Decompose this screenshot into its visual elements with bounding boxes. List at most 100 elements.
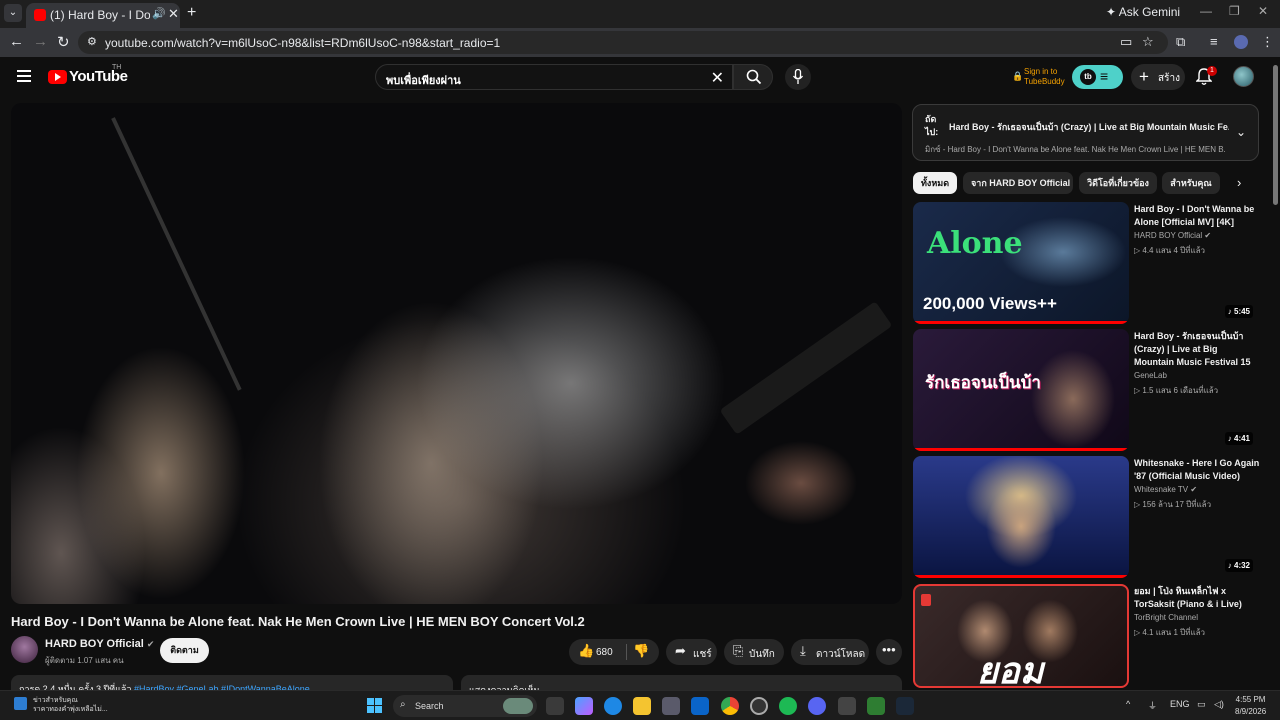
chevron-right-icon[interactable]: ›	[1237, 175, 1241, 190]
chip-from-channel[interactable]: จาก HARD BOY Official	[963, 172, 1073, 194]
network-icon[interactable]: ▭	[1197, 699, 1206, 710]
related-video[interactable]: ♪ 4:32 Whitesnake - Here I Go Again '87 …	[913, 456, 1260, 578]
view-count: ▷ 4.4 แสน 4 ปีที่แล้ว	[1134, 246, 1206, 255]
site-info-icon[interactable]: ⚙	[87, 35, 97, 48]
like-dislike-group: 👍 680 👎	[569, 639, 659, 665]
menu-hamburger-icon[interactable]	[17, 70, 31, 82]
related-video[interactable]: ยอม ยอม | โป่ง หินเหล็กไฟ x TorSaksit (P…	[913, 584, 1258, 688]
bookmark-star-icon[interactable]: ☆	[1142, 34, 1154, 50]
chip-all[interactable]: ทั้งหมด	[913, 172, 957, 194]
reload-icon[interactable]: ↻	[57, 33, 70, 51]
search-button[interactable]	[733, 64, 773, 90]
video-player[interactable]	[11, 103, 902, 604]
download-button[interactable]: ⤓ ดาวน์โหลด	[791, 639, 869, 665]
spotify-icon[interactable]	[779, 697, 797, 715]
scrollbar-thumb[interactable]	[1273, 65, 1278, 205]
store-icon[interactable]	[662, 697, 680, 715]
terminal-icon[interactable]	[838, 697, 856, 715]
task-view-icon[interactable]	[546, 697, 564, 715]
audio-playing-icon[interactable]: 🔊	[152, 7, 166, 20]
edge-icon[interactable]	[604, 697, 622, 715]
up-next-panel[interactable]: ถัดไป: Hard Boy - รักเธอจนเป็นบ้า (Crazy…	[912, 104, 1259, 161]
chevron-down-icon[interactable]: ⌄	[1236, 125, 1246, 139]
video-thumbnail[interactable]: Alone 200,000 Views++	[913, 202, 1129, 324]
volume-icon[interactable]: ◁)	[1214, 699, 1224, 710]
video-duration: ♪ 5:45	[1224, 305, 1253, 318]
thumbnail-caption: ยอม	[977, 650, 1044, 688]
page-scrollbar[interactable]	[1270, 57, 1280, 690]
video-title: ยอม | โป่ง หินเหล็กไฟ x TorSaksit (Piano…	[1134, 586, 1242, 609]
taskbar-search[interactable]: ⌕ Search	[393, 695, 537, 717]
verified-icon: ✔	[1204, 231, 1212, 240]
tab-close-icon[interactable]: ✕	[168, 6, 179, 22]
up-next-title: Hard Boy - รักเธอจนเป็นบ้า (Crazy) | Liv…	[949, 122, 1229, 132]
language-indicator[interactable]: ENG	[1170, 699, 1190, 709]
file-explorer-icon[interactable]	[633, 697, 651, 715]
channel-avatar[interactable]	[11, 636, 38, 663]
profile-avatar[interactable]	[1234, 35, 1248, 49]
chip-related[interactable]: วิดีโอที่เกี่ยวข้อง	[1079, 172, 1157, 194]
forward-icon[interactable]: →	[33, 33, 48, 50]
account-avatar[interactable]	[1233, 66, 1254, 87]
ask-gemini-button[interactable]: ✦ Ask Gemini	[1106, 5, 1180, 19]
channel-name[interactable]: GeneLab	[1134, 371, 1167, 380]
search-input[interactable]: พบเพื่อเพียงผ่าน ✕	[375, 64, 733, 90]
minimize-icon[interactable]: —	[1200, 4, 1212, 18]
outlook-icon[interactable]	[691, 697, 709, 715]
windows-start-icon[interactable]	[367, 698, 383, 714]
up-next-label: ถัดไป:	[925, 114, 939, 137]
tray-overflow-icon[interactable]: ^	[1126, 699, 1130, 709]
windows-taskbar: ข่าวสำหรับคุณ ราคาทองคำพุ่งเหลือไม่... ⌕…	[0, 690, 1280, 720]
video-title: Hard Boy - I Don't Wanna be Alone feat. …	[11, 614, 585, 629]
share-button[interactable]: ➦ แชร์	[666, 639, 717, 665]
search-query: พบเพื่อเพียงผ่าน	[386, 75, 461, 87]
cast-icon[interactable]: ▭	[1120, 34, 1132, 50]
tubebuddy-signin-link[interactable]: Sign in to TubeBuddy 🔒	[1012, 67, 1065, 87]
chrome-icon[interactable]	[721, 697, 739, 715]
tubebuddy-hamburger-icon: ≡	[1100, 68, 1109, 84]
channel-name[interactable]: TorBright Channel	[1134, 613, 1198, 622]
create-button[interactable]: + สร้าง	[1131, 64, 1185, 90]
chrome-profile-icon[interactable]	[750, 697, 768, 715]
like-count[interactable]: 680	[596, 647, 613, 658]
system-clock[interactable]: 4:55 PM 8/9/2026	[1235, 694, 1266, 718]
tray-app-icon[interactable]: ⏚	[1148, 699, 1157, 712]
save-button[interactable]: ⎘ บันทึก	[724, 639, 784, 665]
channel-name[interactable]: Whitesnake TV ✔	[1134, 485, 1197, 494]
back-icon[interactable]: ←	[9, 33, 24, 50]
copilot-icon[interactable]	[575, 697, 593, 715]
channel-name[interactable]: HARD BOY Official ✔	[45, 638, 154, 650]
address-bar[interactable]: ⚙ youtube.com/watch?v=m6lUsoC-n98&list=R…	[78, 31, 1168, 54]
new-tab-button[interactable]: +	[187, 4, 196, 22]
browser-menu-icon[interactable]: ⋮	[1261, 34, 1274, 50]
extensions-icon[interactable]: ⧉	[1176, 34, 1185, 50]
clear-search-icon[interactable]: ✕	[711, 68, 724, 88]
channel-name[interactable]: HARD BOY Official ✔	[1134, 231, 1211, 240]
browser-tab-active[interactable]: (1) Hard Boy - I Don't Wanna 🔊 ✕	[26, 3, 180, 28]
steam-icon[interactable]	[896, 697, 914, 715]
tubebuddy-menu-button[interactable]: tb ≡	[1072, 65, 1123, 89]
related-video[interactable]: Alone 200,000 Views++ ♪ 5:45 Hard Boy - …	[913, 202, 1258, 324]
more-actions-button[interactable]: •••	[876, 639, 902, 665]
video-title: Whitesnake - Here I Go Again '87 (Offici…	[1134, 458, 1260, 481]
voice-search-button[interactable]	[785, 64, 811, 90]
like-icon[interactable]: 👍	[578, 643, 594, 659]
close-window-icon[interactable]: ✕	[1258, 4, 1268, 18]
restore-icon[interactable]: ❐	[1229, 4, 1240, 18]
lock-icon: 🔒	[1012, 71, 1024, 81]
create-label: สร้าง	[1158, 73, 1180, 84]
video-thumbnail[interactable]	[913, 456, 1129, 578]
video-title: Hard Boy - รักเธอจนเป็นบ้า (Crazy) | Liv…	[1134, 331, 1251, 367]
tab-search-menu-icon[interactable]: ⌄	[4, 4, 22, 22]
reading-list-icon[interactable]: ≡	[1210, 34, 1218, 49]
subscriber-count: ผู้ติดตาม 1.07 แสน คน	[45, 656, 124, 665]
browser-toolbar: ← → ↻ ⚙ youtube.com/watch?v=m6lUsoC-n98&…	[0, 28, 1280, 57]
chip-for-you[interactable]: สำหรับคุณ	[1162, 172, 1220, 194]
subscribe-button[interactable]: ติดตาม	[160, 638, 209, 663]
dislike-icon[interactable]: 👎	[633, 643, 649, 659]
notes-icon[interactable]	[867, 697, 885, 715]
discord-icon[interactable]	[808, 697, 826, 715]
video-thumbnail[interactable]: รักเธอจนเป็นบ้า	[913, 329, 1129, 451]
related-video[interactable]: รักเธอจนเป็นบ้า ♪ 4:41 Hard Boy - รักเธอ…	[913, 329, 1258, 451]
video-thumbnail[interactable]: ยอม	[913, 584, 1129, 688]
